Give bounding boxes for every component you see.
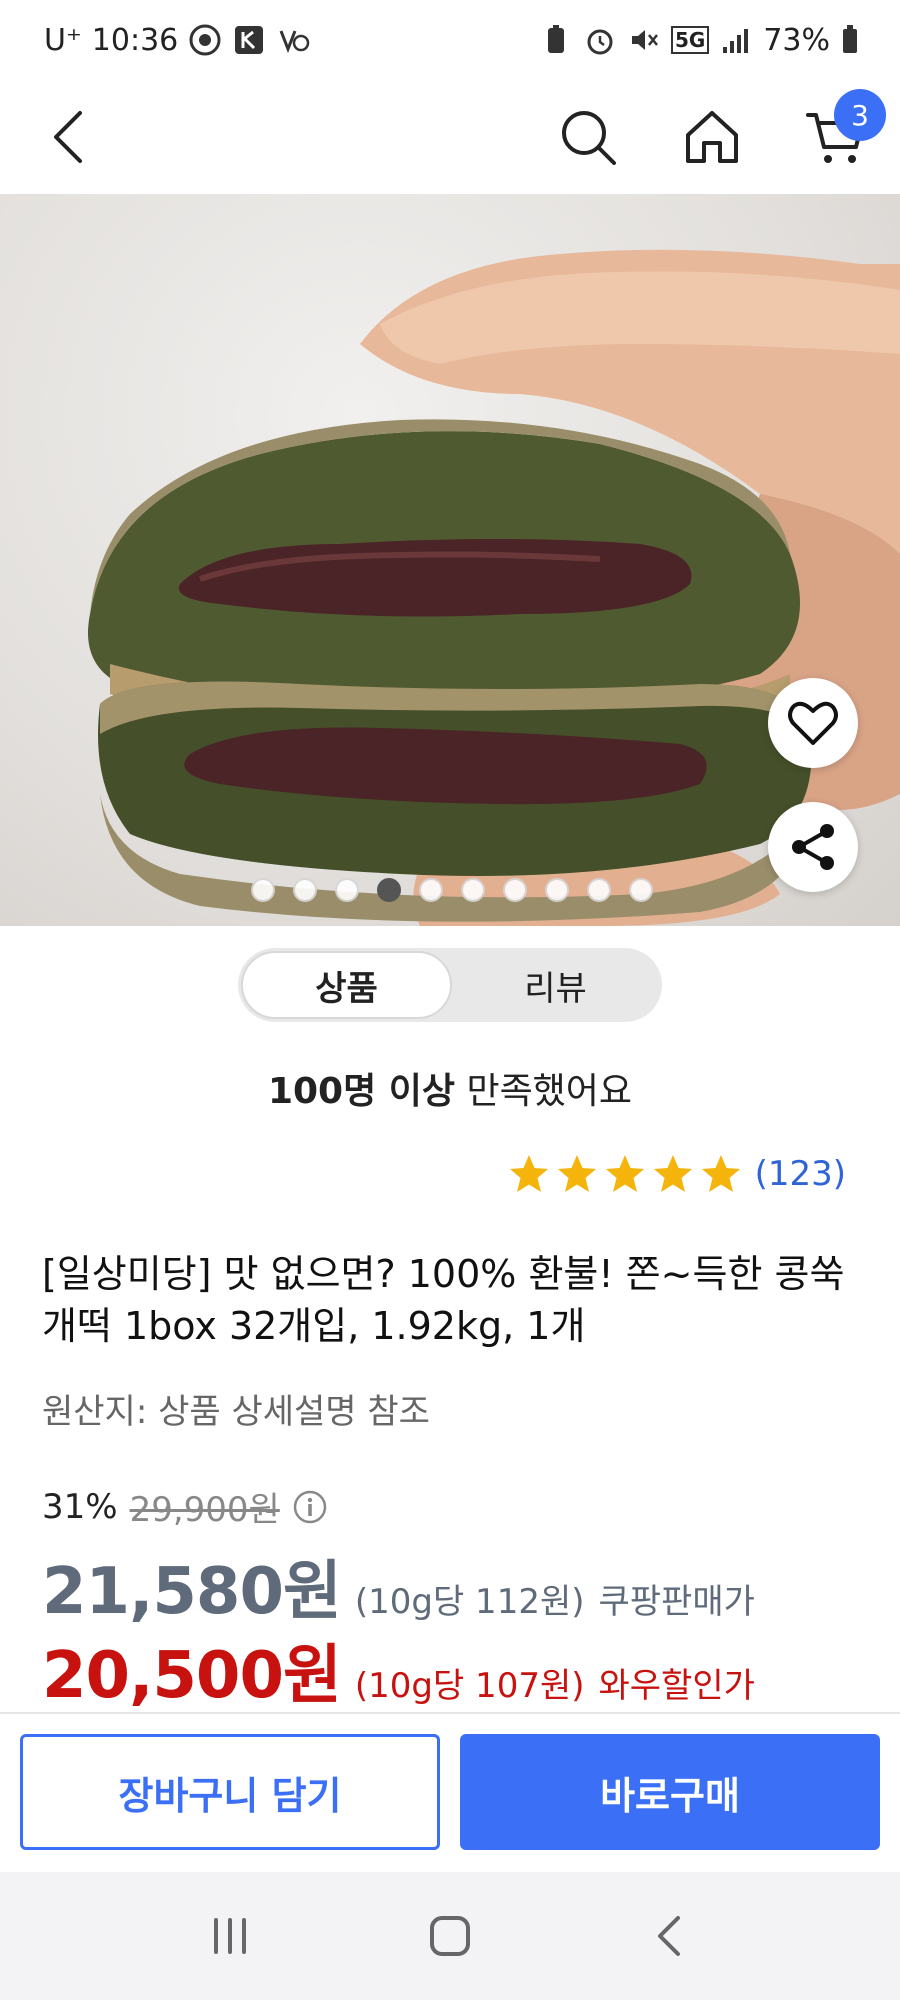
wishlist-button[interactable]: [768, 678, 858, 768]
wow-price: 20,500원: [42, 1639, 342, 1713]
rating-summary[interactable]: (123): [507, 1152, 846, 1196]
star-icon: [605, 1155, 644, 1192]
coupang-price-label: 쿠팡판매가: [598, 1582, 755, 1622]
home-icon: [686, 111, 738, 163]
satisfaction-text: 만족했어요: [455, 1071, 633, 1112]
clock: 10:36: [91, 22, 179, 58]
carousel-dot[interactable]: [545, 878, 569, 902]
header-actions: 3: [548, 89, 886, 177]
product-detail-page: U⁺ 10:36 5G 73% 3 상품 리뷰 100명 이상 만족했어요 (1…: [0, 0, 900, 2000]
starbucks-app-icon: [188, 23, 222, 57]
product-review-tabs: 상품 리뷰: [238, 948, 662, 1022]
alarm-icon: [583, 23, 617, 57]
original-price: 29,900원: [129, 1490, 280, 1530]
discount-row: 31% 29,900원: [42, 1482, 328, 1531]
carousel-dot[interactable]: [503, 878, 527, 902]
tab-product[interactable]: 상품: [241, 951, 452, 1019]
mute-icon: [627, 23, 661, 57]
system-nav-bar: [0, 1872, 900, 2000]
status-bar: U⁺ 10:36 5G 73%: [0, 0, 900, 80]
star-icon: [701, 1155, 740, 1192]
satisfaction-count: 100명 이상: [267, 1071, 455, 1112]
k-app-icon: [232, 23, 266, 57]
info-icon[interactable]: [292, 1489, 328, 1525]
heart-icon: [788, 701, 838, 745]
back-arrow-icon: [54, 111, 82, 163]
signal-icon: [719, 23, 753, 57]
battery-percent: 73%: [763, 22, 830, 58]
carousel-dot[interactable]: [419, 878, 443, 902]
coupang-price: 21,580원: [42, 1555, 342, 1629]
chevron-left-icon: [658, 1916, 680, 1956]
star-icon: [509, 1155, 548, 1192]
buy-now-button[interactable]: 바로구매: [460, 1734, 880, 1850]
wow-price-label: 와우할인가: [598, 1666, 755, 1706]
carousel-dot[interactable]: [251, 878, 275, 902]
star-icon: [653, 1155, 692, 1192]
coupang-unit-price: (10g당 112원): [354, 1582, 585, 1622]
carousel-dot[interactable]: [629, 878, 653, 902]
product-image-carousel[interactable]: [0, 194, 900, 926]
product-title: [일상미당] 맛 없으면? 100% 환불! 쫀~득한 콩쑥개떡 1box 32…: [42, 1252, 845, 1348]
share-icon: [792, 824, 834, 870]
status-bar-right: 5G 73%: [539, 23, 860, 58]
search-button[interactable]: [548, 97, 628, 177]
system-back-button[interactable]: [630, 1896, 710, 1976]
carrier-label: U⁺: [44, 22, 82, 58]
home-system-button[interactable]: [410, 1896, 490, 1976]
back-button[interactable]: [32, 97, 112, 177]
satisfaction-message: 100명 이상 만족했어요: [0, 1062, 900, 1114]
add-to-cart-button[interactable]: 장바구니 담기: [20, 1734, 440, 1850]
recent-apps-button[interactable]: [190, 1896, 270, 1976]
carousel-dot[interactable]: [461, 878, 485, 902]
status-bar-left: U⁺ 10:36: [44, 23, 310, 58]
carousel-dot[interactable]: [335, 878, 359, 902]
product-photo: [88, 249, 900, 926]
tab-review[interactable]: 리뷰: [452, 951, 659, 1019]
star-icon: [557, 1155, 596, 1192]
product-origin: 원산지: 상품 상세설명 참조: [42, 1392, 430, 1432]
carousel-dot[interactable]: [377, 878, 401, 902]
divider: [0, 1712, 900, 1714]
battery-saver-icon: [539, 23, 573, 57]
network-type: 5G: [670, 26, 710, 54]
coupang-price-row: 21,580원 (10g당 112원) 쿠팡판매가: [42, 1540, 755, 1632]
cart-count-badge: 3: [834, 89, 886, 141]
home-square-icon: [430, 1916, 470, 1956]
battery-icon: [840, 23, 860, 57]
app-header: 3: [0, 80, 900, 194]
wow-price-row: 20,500원 (10g당 107원) 와우할인가: [42, 1624, 755, 1716]
carousel-dot[interactable]: [587, 878, 611, 902]
discount-rate: 31%: [42, 1486, 118, 1527]
carousel-dot[interactable]: [293, 878, 317, 902]
home-button[interactable]: [672, 97, 752, 177]
wow-unit-price: (10g당 107원): [354, 1666, 585, 1706]
cart-button[interactable]: 3: [796, 89, 886, 177]
recent-apps-icon: [214, 1918, 246, 1954]
notification-app-icon: [276, 23, 310, 57]
search-icon: [562, 111, 616, 165]
review-count[interactable]: (123): [755, 1154, 846, 1194]
carousel-indicator: [0, 878, 900, 902]
